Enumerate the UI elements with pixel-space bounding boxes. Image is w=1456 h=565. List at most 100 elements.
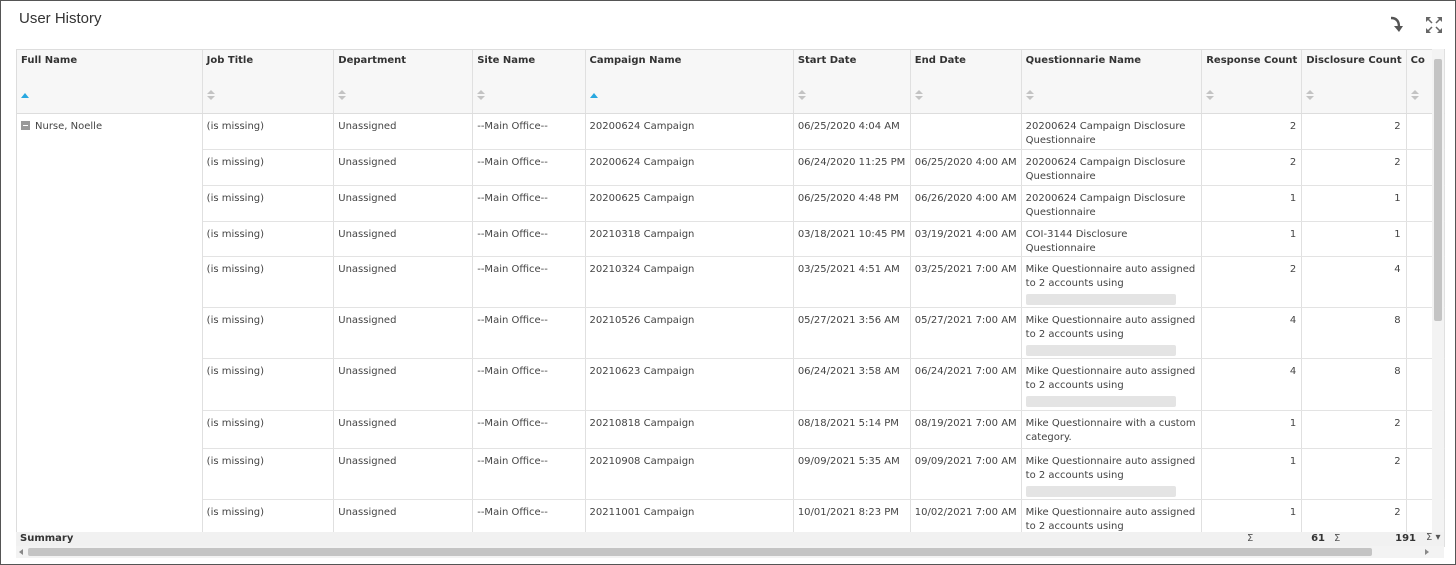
response-count-cell: 4 — [1201, 307, 1303, 359]
table-row[interactable]: (is missing) Unassigned --Main Office-- 202… — [17, 185, 1445, 222]
sort-icon[interactable] — [1025, 90, 1034, 102]
table-row[interactable]: Nurse, Noelle (is missing) Unassigned --Mai… — [17, 113, 1445, 150]
response-count-cell: 2 — [1201, 113, 1303, 150]
full-name-cell — [17, 307, 203, 359]
table-row[interactable]: (is missing) Unassigned --Main Office-- 202… — [17, 448, 1445, 500]
sort-ascending-icon[interactable] — [21, 90, 29, 102]
end-date-cell: 03/19/2021 4:00 AM — [910, 221, 1022, 257]
disclosure-count-cell-text: 2 — [1394, 507, 1401, 518]
questionnaire-name-cell: Mike Questionnaire auto assigned to 2 ac… — [1021, 358, 1203, 411]
department-cell: Unassigned — [333, 256, 474, 308]
table-row[interactable]: (is missing) Unassigned --Main Office-- 202… — [17, 221, 1445, 257]
disclosure-count-cell-text: 1 — [1394, 193, 1401, 204]
questionnaire-name-cell-text: Mike Questionnaire with a custom categor… — [1025, 418, 1196, 443]
disclosure-count-cell: 1 — [1301, 221, 1407, 257]
end-date-cell-text: 03/19/2021 4:00 AM — [914, 229, 1017, 240]
questionnaire-name-cell-text: 20200624 Campaign Disclosure Questionnai… — [1025, 157, 1186, 182]
column-header[interactable]: Job Title — [202, 50, 335, 114]
end-date-cell-text: 03/25/2021 7:00 AM — [914, 264, 1017, 275]
column-header[interactable]: End Date — [910, 50, 1022, 114]
site-name-cell-text: --Main Office-- — [477, 264, 548, 275]
start-date-cell: 06/24/2020 11:25 PM — [793, 149, 911, 186]
department-cell-text: Unassigned — [338, 418, 397, 429]
disclosure-count-cell-text: 2 — [1394, 121, 1401, 132]
column-header[interactable]: Site Name — [472, 50, 586, 114]
horizontal-scroll-thumb[interactable] — [28, 548, 1372, 556]
table-row[interactable]: (is missing) Unassigned --Main Office-- 202… — [17, 256, 1445, 308]
export-arrow-icon[interactable] — [1386, 15, 1406, 35]
end-date-cell-text: 05/27/2021 7:00 AM — [914, 315, 1017, 326]
questionnaire-name-cell: 20200624 Campaign Disclosure Questionnai… — [1021, 185, 1203, 222]
sigma-icon: Σ — [1247, 533, 1254, 544]
response-count-cell-text: 2 — [1289, 121, 1297, 132]
start-date-cell: 09/09/2021 5:35 AM — [793, 448, 911, 500]
sort-icon[interactable] — [206, 90, 215, 102]
disclosure-count-summary[interactable]: Σ 191 — [1330, 533, 1421, 546]
sort-icon[interactable] — [797, 90, 806, 102]
column-header[interactable]: Response Count — [1201, 50, 1303, 114]
questionnaire-name-cell-text: Mike Questionnaire auto assigned to 2 ac… — [1025, 366, 1196, 391]
department-cell-text: Unassigned — [338, 366, 397, 377]
scroll-left-icon[interactable] — [19, 549, 23, 555]
collapse-group-icon[interactable] — [21, 121, 30, 130]
questionnaire-name-cell-text: 20200624 Campaign Disclosure Questionnai… — [1025, 193, 1186, 218]
sort-icon[interactable] — [1306, 90, 1315, 102]
column-header-label: Site Name — [477, 55, 536, 66]
summary-menu-icon[interactable]: Σ ▾ — [1426, 532, 1444, 543]
disclosure-count-cell-text: 4 — [1394, 264, 1401, 275]
vertical-scroll-thumb[interactable] — [1434, 59, 1442, 321]
full-name-cell — [17, 448, 203, 500]
department-cell: Unassigned — [333, 307, 474, 359]
start-date-cell-text: 06/25/2020 4:04 AM — [797, 121, 900, 132]
disclosure-count-cell: 8 — [1301, 358, 1407, 411]
start-date-cell-text: 08/18/2021 5:14 PM — [797, 418, 899, 429]
site-name-cell: --Main Office-- — [472, 307, 586, 359]
vertical-scrollbar[interactable] — [1432, 49, 1444, 532]
sort-icon[interactable] — [914, 90, 923, 102]
site-name-cell: --Main Office-- — [472, 221, 586, 257]
table-row[interactable]: (is missing) Unassigned --Main Office-- 202… — [17, 358, 1445, 411]
job-title-cell-text: (is missing) — [206, 193, 265, 204]
scroll-right-icon[interactable] — [1425, 549, 1429, 555]
end-date-cell-text: 06/24/2021 7:00 AM — [914, 366, 1017, 377]
sort-icon[interactable] — [1410, 90, 1419, 102]
column-header[interactable]: Campaign Name — [585, 50, 794, 114]
horizontal-scrollbar[interactable] — [16, 546, 1432, 558]
job-title-cell: (is missing) — [202, 256, 335, 308]
response-count-cell-text: 1 — [1289, 229, 1297, 240]
sort-ascending-icon[interactable] — [589, 90, 598, 102]
start-date-cell-text: 06/25/2020 4:48 PM — [797, 193, 899, 204]
questionnaire-name-cell-text: Mike Questionnaire auto assigned to 2 ac… — [1025, 456, 1196, 481]
campaign-name-cell: 20210526 Campaign — [585, 307, 794, 359]
job-title-cell-text: (is missing) — [206, 229, 265, 240]
expand-icon[interactable] — [1424, 15, 1444, 35]
job-title-cell-text: (is missing) — [206, 418, 265, 429]
table-row[interactable]: (is missing) Unassigned --Main Office-- 202… — [17, 149, 1445, 186]
end-date-cell: 03/25/2021 7:00 AM — [910, 256, 1022, 308]
column-header[interactable]: Full Name — [17, 50, 203, 114]
response-count-cell: 1 — [1201, 221, 1303, 257]
column-header-label: Response Count — [1206, 55, 1298, 66]
sort-icon[interactable] — [477, 90, 486, 102]
column-header[interactable]: Questionnarie Name — [1021, 50, 1203, 114]
campaign-name-cell-text: 20210526 Campaign — [589, 315, 695, 326]
end-date-cell-text: 09/09/2021 7:00 AM — [914, 456, 1017, 467]
response-count-cell-text: 2 — [1289, 157, 1297, 168]
full-name-cell — [17, 358, 203, 411]
department-cell-text: Unassigned — [338, 456, 397, 467]
questionnaire-name-cell: 20200624 Campaign Disclosure Questionnai… — [1021, 113, 1203, 150]
sort-icon[interactable] — [1206, 90, 1215, 102]
column-header[interactable]: Disclosure Count — [1301, 50, 1407, 114]
sort-icon[interactable] — [338, 90, 347, 102]
response-count-summary[interactable]: Σ 61 — [1243, 533, 1330, 546]
response-count-cell-text: 1 — [1289, 193, 1297, 204]
column-header[interactable]: Department — [333, 50, 474, 114]
column-header[interactable]: Start Date — [793, 50, 911, 114]
department-cell: Unassigned — [333, 448, 474, 500]
job-title-cell: (is missing) — [202, 149, 335, 186]
site-name-cell: --Main Office-- — [472, 448, 586, 500]
site-name-cell-text: --Main Office-- — [477, 193, 548, 204]
end-date-cell: 05/27/2021 7:00 AM — [910, 307, 1022, 359]
table-row[interactable]: (is missing) Unassigned --Main Office-- 202… — [17, 307, 1445, 359]
table-row[interactable]: (is missing) Unassigned --Main Office-- 202… — [17, 410, 1445, 449]
